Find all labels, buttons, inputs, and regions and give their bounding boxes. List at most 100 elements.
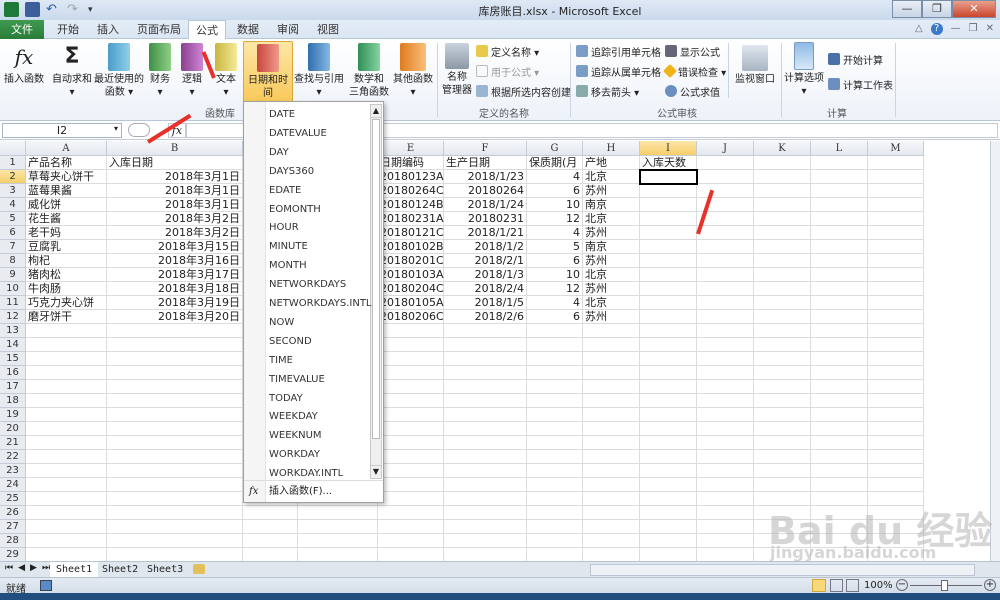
row-header-6[interactable]: 6 — [0, 226, 26, 240]
menu-item-day[interactable]: DAY — [269, 143, 289, 162]
cell-A3[interactable]: 蓝莓果酱 — [26, 184, 107, 198]
cell-K14[interactable] — [754, 338, 811, 352]
cell-M11[interactable] — [868, 296, 924, 310]
cell-G18[interactable] — [527, 394, 583, 408]
row-header-16[interactable]: 16 — [0, 366, 26, 380]
cell-L19[interactable] — [811, 408, 868, 422]
cell-G13[interactable] — [527, 324, 583, 338]
cell-G19[interactable] — [527, 408, 583, 422]
create-from-selection-button[interactable]: 根据所选内容创建 — [476, 84, 571, 99]
row-header-3[interactable]: 3 — [0, 184, 26, 198]
cell-E23[interactable] — [378, 464, 444, 478]
cell-F26[interactable] — [444, 506, 527, 520]
cell-K13[interactable] — [754, 324, 811, 338]
cell-E20[interactable] — [378, 422, 444, 436]
cell-F5[interactable]: 20180231 — [444, 212, 527, 226]
cell-M22[interactable] — [868, 450, 924, 464]
cell-M20[interactable] — [868, 422, 924, 436]
trace-dependents-button[interactable]: 追踪从属单元格 — [576, 64, 661, 79]
text-button[interactable]: 文本 ▾ — [212, 43, 240, 99]
cell-I23[interactable] — [640, 464, 697, 478]
cell-G29[interactable] — [527, 548, 583, 561]
cell-A28[interactable] — [26, 534, 107, 548]
cell-A14[interactable] — [26, 338, 107, 352]
cell-B2[interactable]: 2018年3月1日 — [107, 170, 243, 184]
doc-restore-icon[interactable]: ❐ — [969, 23, 978, 35]
cell-I18[interactable] — [640, 394, 697, 408]
insert-sheet-icon[interactable] — [193, 564, 205, 574]
cell-I19[interactable] — [640, 408, 697, 422]
cell-G24[interactable] — [527, 478, 583, 492]
cell-M2[interactable] — [868, 170, 924, 184]
cell-J7[interactable] — [697, 240, 754, 254]
cell-K5[interactable] — [754, 212, 811, 226]
name-box-dropdown-icon[interactable]: ▾ — [114, 124, 118, 133]
row-header-29[interactable]: 29 — [0, 548, 26, 561]
cell-L9[interactable] — [811, 268, 868, 282]
cell-F1[interactable]: 生产日期 — [444, 156, 527, 170]
cell-H18[interactable] — [583, 394, 640, 408]
row-header-15[interactable]: 15 — [0, 352, 26, 366]
scroll-up-icon[interactable]: ▲ — [371, 105, 381, 118]
row-header-1[interactable]: 1 — [0, 156, 26, 170]
cell-I24[interactable] — [640, 478, 697, 492]
cell-A10[interactable]: 牛肉肠 — [26, 282, 107, 296]
cell-E18[interactable] — [378, 394, 444, 408]
row-header-12[interactable]: 12 — [0, 310, 26, 324]
cell-B1[interactable]: 入库日期 — [107, 156, 243, 170]
cell-K15[interactable] — [754, 352, 811, 366]
cell-B9[interactable]: 2018年3月17日 — [107, 268, 243, 282]
column-header-j[interactable]: J — [697, 141, 754, 156]
column-header-f[interactable]: F — [444, 141, 527, 156]
cell-I20[interactable] — [640, 422, 697, 436]
sheet-tab-sheet1[interactable]: Sheet1 — [50, 562, 99, 577]
cell-F16[interactable] — [444, 366, 527, 380]
cell-E16[interactable] — [378, 366, 444, 380]
cell-J18[interactable] — [697, 394, 754, 408]
cell-F29[interactable] — [444, 548, 527, 561]
cell-J11[interactable] — [697, 296, 754, 310]
cell-G21[interactable] — [527, 436, 583, 450]
menu-item-edate[interactable]: EDATE — [269, 181, 301, 200]
cell-G27[interactable] — [527, 520, 583, 534]
cell-H28[interactable] — [583, 534, 640, 548]
help-icon[interactable]: ? — [930, 23, 943, 35]
cell-F6[interactable]: 2018/1/21 — [444, 226, 527, 240]
cell-D28[interactable] — [298, 534, 378, 548]
cell-I12[interactable] — [640, 310, 697, 324]
trace-precedents-button[interactable]: 追踪引用单元格 — [576, 44, 661, 59]
cell-A7[interactable]: 豆腐乳 — [26, 240, 107, 254]
cell-K10[interactable] — [754, 282, 811, 296]
cell-G14[interactable] — [527, 338, 583, 352]
cell-L21[interactable] — [811, 436, 868, 450]
cell-F3[interactable]: 20180264 — [444, 184, 527, 198]
cell-K9[interactable] — [754, 268, 811, 282]
cell-B7[interactable]: 2018年3月15日 — [107, 240, 243, 254]
cell-H2[interactable]: 北京 — [583, 170, 640, 184]
cell-G17[interactable] — [527, 380, 583, 394]
cell-M14[interactable] — [868, 338, 924, 352]
error-checking-button[interactable]: 错误检查 ▾ — [662, 63, 726, 79]
cell-E21[interactable] — [378, 436, 444, 450]
cell-F12[interactable]: 2018/2/6 — [444, 310, 527, 324]
row-header-20[interactable]: 20 — [0, 422, 26, 436]
cell-J8[interactable] — [697, 254, 754, 268]
vertical-scrollbar[interactable] — [990, 141, 1000, 561]
cell-L7[interactable] — [811, 240, 868, 254]
menu-item-timevalue[interactable]: TIMEVALUE — [269, 370, 325, 389]
autosum-button[interactable]: Σ 自动求和 ▾ — [52, 43, 92, 99]
calculate-now-button[interactable]: 开始计算 — [828, 52, 883, 67]
cell-K3[interactable] — [754, 184, 811, 198]
cell-I11[interactable] — [640, 296, 697, 310]
zoom-out-icon[interactable]: − — [896, 579, 908, 591]
worksheet-grid[interactable]: ABCDEFGHIJKLM1产品名称入库日期存日期编码生产日期保质期(月产地入库… — [0, 141, 990, 561]
cell-H24[interactable] — [583, 478, 640, 492]
cell-L2[interactable] — [811, 170, 868, 184]
cell-B18[interactable] — [107, 394, 243, 408]
cell-H16[interactable] — [583, 366, 640, 380]
formula-bar-expander-icon[interactable] — [128, 123, 150, 137]
cell-A5[interactable]: 花生酱 — [26, 212, 107, 226]
cell-L10[interactable] — [811, 282, 868, 296]
zoom-slider-thumb[interactable] — [941, 580, 948, 591]
normal-view-icon[interactable] — [812, 579, 826, 592]
